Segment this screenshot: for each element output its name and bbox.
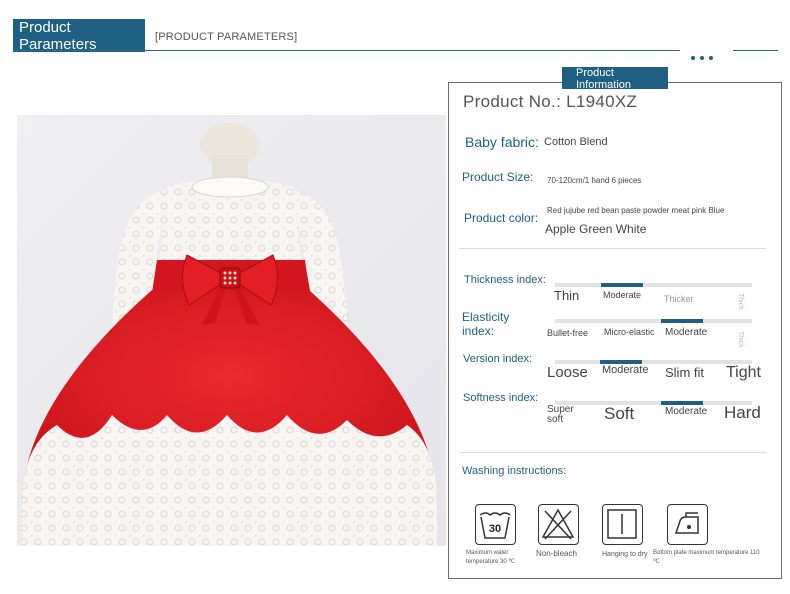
softness-option-soft-line2: soft bbox=[547, 414, 564, 425]
elasticity-bar-selected bbox=[661, 319, 703, 323]
version-option-moderate: Moderate bbox=[602, 364, 649, 376]
header-divider bbox=[13, 50, 680, 51]
version-option-slim-fit: Slim fit bbox=[665, 365, 704, 380]
softness-bar bbox=[555, 401, 752, 405]
softness-option-super-soft: Super soft bbox=[547, 405, 574, 425]
product-photo bbox=[17, 115, 446, 546]
softness-option-soft: Soft bbox=[604, 404, 635, 423]
elasticity-label-line2: index: bbox=[462, 324, 495, 338]
hang-dry-icon bbox=[602, 504, 643, 545]
thickness-option-thick: Thick bbox=[737, 293, 744, 310]
section-subtitle: [PRODUCT PARAMETERS] bbox=[155, 31, 298, 43]
size-label: Product Size: bbox=[462, 170, 534, 184]
divider-top bbox=[459, 248, 766, 249]
thickness-bar-selected bbox=[601, 283, 643, 287]
product-number: Product No.: L1940XZ bbox=[463, 92, 638, 111]
washing-label: Washing instructions: bbox=[462, 465, 567, 477]
thickness-option-thin: Thin bbox=[554, 288, 580, 303]
dress-illustration bbox=[22, 123, 437, 546]
panel-title-tab: Product Information bbox=[562, 67, 668, 91]
hang-dry-caption: Hanging to dry bbox=[602, 551, 648, 558]
elasticity-option-moderate: Moderate bbox=[665, 327, 708, 338]
iron-caption-line2: ℃ bbox=[653, 559, 660, 565]
wash-30-caption: Maximum water temperature 30 ℃ bbox=[466, 549, 526, 567]
version-option-loose: Loose bbox=[547, 364, 588, 381]
panel-title-line2: Information bbox=[576, 79, 632, 91]
section-title-tab: Product Parameters bbox=[13, 19, 145, 52]
color-value-line2: Apple Green White bbox=[545, 222, 647, 236]
thickness-option-moderate: Moderate bbox=[603, 290, 642, 300]
divider-bottom bbox=[459, 452, 766, 453]
panel-title-line1: Product bbox=[576, 67, 614, 79]
iron-caption: Bottom plate maximum temperature 110 ℃ bbox=[653, 549, 777, 567]
no-bleach-caption: Non-bleach bbox=[536, 549, 577, 558]
color-label: Product color: bbox=[464, 211, 539, 225]
thickness-label: Thickness index: bbox=[464, 274, 546, 286]
thickness-option-thicker: Thicker bbox=[664, 294, 694, 304]
no-bleach-icon bbox=[538, 504, 579, 545]
elasticity-option-micro-elastic: Micro-elastic bbox=[604, 327, 655, 337]
softness-option-hard: Hard bbox=[724, 403, 761, 422]
wash-30-caption-line2: temperature 30 ℃ bbox=[466, 559, 516, 565]
version-option-tight: Tight bbox=[726, 364, 761, 381]
version-label: Version index: bbox=[463, 353, 533, 365]
softness-label: Softness index: bbox=[463, 392, 539, 404]
wash-30-caption-line1: Maximum water bbox=[466, 550, 509, 556]
fabric-label: Baby fabric: bbox=[465, 134, 539, 150]
elasticity-bar bbox=[555, 319, 752, 323]
wash-30-label: 30 bbox=[489, 523, 501, 535]
section-title-line1: Product bbox=[19, 19, 71, 36]
thickness-bar bbox=[555, 283, 752, 287]
color-value-line1: Red jujube red bean paste powder meat pi… bbox=[547, 206, 725, 215]
softness-bar-selected bbox=[661, 401, 703, 405]
iron-icon bbox=[667, 504, 708, 545]
softness-option-moderate: Moderate bbox=[665, 406, 708, 417]
dots-ornament-icon bbox=[691, 47, 718, 65]
wash-30-icon: 30 bbox=[475, 504, 516, 545]
header-divider-right bbox=[733, 50, 778, 51]
elasticity-option-thick: Thick bbox=[737, 331, 744, 348]
fabric-value: Cotton Blend bbox=[544, 136, 608, 148]
elasticity-label-line1: Elasticity bbox=[462, 310, 510, 324]
iron-caption-line1: Bottom plate maximum temperature 110 bbox=[653, 550, 760, 556]
size-value: 70-120cm/1 hand 6 pieces bbox=[547, 176, 642, 185]
elasticity-option-bullet-free: Bullet-free bbox=[547, 328, 589, 338]
elasticity-label: Elasticity index: bbox=[462, 310, 509, 338]
